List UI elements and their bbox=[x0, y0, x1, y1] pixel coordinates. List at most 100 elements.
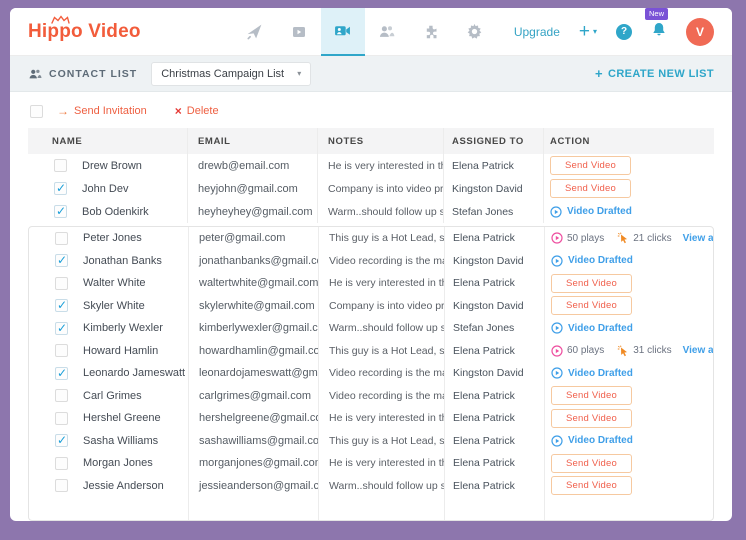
plays-stat: 60 plays bbox=[551, 345, 604, 357]
assigned-to: Elena Patrick bbox=[453, 277, 515, 289]
row-checkbox[interactable] bbox=[55, 322, 68, 335]
row-checkbox[interactable] bbox=[55, 479, 68, 492]
contact-notes: Video recording is the mai... bbox=[329, 367, 445, 379]
contact-notes: This guy is a Hot Lead, so..... bbox=[329, 435, 445, 447]
play-circle-icon bbox=[551, 255, 563, 267]
send-video-button[interactable]: Send Video bbox=[551, 476, 632, 495]
row-checkbox[interactable] bbox=[55, 457, 68, 470]
table-row: Bob Odenkirk heyheyhey@gmail.com Warm..s… bbox=[28, 200, 714, 223]
send-invitation-button[interactable]: → Send Invitation bbox=[57, 104, 147, 118]
contact-email: peter@gmail.com bbox=[199, 232, 285, 244]
table-row: Jonathan Banks jonathanbanks@gmail.com V… bbox=[29, 250, 713, 273]
view-all-link[interactable]: View all bbox=[683, 233, 713, 244]
contact-name: Howard Hamlin bbox=[83, 345, 158, 357]
row-checkbox[interactable] bbox=[55, 277, 68, 290]
video-drafted-link[interactable]: Video Drafted bbox=[551, 367, 633, 379]
contact-notes: Company is into video produ.... bbox=[328, 183, 444, 195]
contact-name: Drew Brown bbox=[82, 160, 142, 172]
row-checkbox[interactable] bbox=[55, 434, 68, 447]
create-menu-button[interactable]: + ▾ bbox=[579, 21, 597, 43]
assigned-to: Elena Patrick bbox=[453, 457, 515, 469]
nav-video-camera[interactable] bbox=[321, 8, 365, 56]
nav-integrations[interactable] bbox=[409, 8, 453, 56]
create-new-list-button[interactable]: + CREATE NEW LIST bbox=[595, 66, 714, 81]
nav-launch[interactable] bbox=[233, 8, 277, 56]
row-checkbox[interactable] bbox=[55, 412, 68, 425]
bulk-actions-toolbar: → Send Invitation × Delete bbox=[28, 92, 714, 128]
send-video-button[interactable]: Send Video bbox=[551, 296, 632, 315]
contact-name: Jonathan Banks bbox=[83, 255, 162, 267]
row-checkbox[interactable] bbox=[54, 205, 67, 218]
content-area: → Send Invitation × Delete NAME EMAIL NO… bbox=[10, 92, 732, 521]
contact-email: jonathanbanks@gmail.com bbox=[199, 255, 319, 267]
send-video-button[interactable]: Send Video bbox=[550, 179, 631, 198]
send-arrow-icon: → bbox=[57, 104, 69, 118]
video-camera-icon bbox=[334, 22, 351, 39]
delete-x-icon: × bbox=[175, 104, 182, 118]
play-circle-icon bbox=[551, 367, 563, 379]
row-checkbox[interactable] bbox=[55, 389, 68, 402]
selected-list-value: Christmas Campaign List bbox=[161, 68, 284, 80]
question-icon: ? bbox=[621, 26, 627, 37]
contact-name: Hershel Greene bbox=[83, 412, 161, 424]
contact-notes: Warm..should follow up so.... bbox=[329, 322, 445, 334]
send-video-button[interactable]: Send Video bbox=[551, 409, 632, 428]
row-checkbox[interactable] bbox=[55, 254, 68, 267]
assigned-to: Elena Patrick bbox=[453, 412, 515, 424]
delete-button[interactable]: × Delete bbox=[175, 104, 219, 118]
table-row: Skyler White skylerwhite@gmail.com Compa… bbox=[29, 295, 713, 318]
assigned-to: Kingston David bbox=[453, 300, 524, 312]
send-video-button[interactable]: Send Video bbox=[551, 386, 632, 405]
contact-email: carlgrimes@gmail.com bbox=[199, 390, 311, 402]
table-row: Drew Brown drewb@email.com He is very in… bbox=[28, 154, 714, 177]
contact-list-label: CONTACT LIST bbox=[28, 67, 137, 81]
notifications-button[interactable]: New bbox=[651, 21, 667, 43]
row-checkbox[interactable] bbox=[54, 182, 67, 195]
new-badge: New bbox=[645, 8, 668, 20]
video-drafted-link[interactable]: Video Drafted bbox=[551, 255, 633, 267]
nav-settings[interactable] bbox=[453, 8, 497, 56]
send-video-button[interactable]: Send Video bbox=[550, 156, 631, 175]
assigned-to: Stefan Jones bbox=[452, 206, 513, 218]
avatar[interactable]: V bbox=[686, 18, 714, 46]
play-circle-icon bbox=[551, 345, 563, 357]
logo-text: Hippo Video bbox=[28, 21, 141, 42]
column-header-action: ACTION bbox=[544, 128, 714, 154]
nav-video-editor[interactable] bbox=[277, 8, 321, 56]
play-circle-icon bbox=[551, 232, 563, 244]
row-checkbox[interactable] bbox=[55, 232, 68, 245]
upgrade-link[interactable]: Upgrade bbox=[514, 25, 560, 39]
contact-name: Kimberly Wexler bbox=[83, 322, 163, 334]
assigned-to: Kingston David bbox=[452, 183, 523, 195]
click-cursor-icon bbox=[617, 345, 629, 357]
video-drafted-link[interactable]: Video Drafted bbox=[551, 322, 633, 334]
help-button[interactable]: ? bbox=[616, 24, 632, 40]
select-all-checkbox[interactable] bbox=[30, 105, 43, 118]
nav-contacts[interactable] bbox=[365, 8, 409, 56]
send-video-button[interactable]: Send Video bbox=[551, 274, 632, 293]
assigned-to: Stefan Jones bbox=[453, 322, 514, 334]
row-checkbox[interactable] bbox=[55, 367, 68, 380]
video-player-icon bbox=[291, 24, 307, 40]
send-video-button[interactable]: Send Video bbox=[551, 454, 632, 473]
contact-name: Peter Jones bbox=[83, 232, 142, 244]
table-row: Kimberly Wexler kimberlywexler@gmail.com… bbox=[29, 317, 713, 340]
click-cursor-icon bbox=[617, 232, 629, 244]
contact-email: sashawilliams@gmail.com bbox=[199, 435, 319, 447]
contact-email: morganjones@gmail.com bbox=[199, 457, 319, 469]
contact-list-select[interactable]: Christmas Campaign List ▾ bbox=[151, 62, 311, 86]
table-row: Howard Hamlin howardhamlin@gmail.com Thi… bbox=[29, 340, 713, 363]
contact-notes: This guy is a Hot Lead, so... bbox=[329, 232, 445, 244]
contact-email: waltertwhite@gmail.com bbox=[199, 277, 318, 289]
row-checkbox[interactable] bbox=[55, 299, 68, 312]
rocket-icon bbox=[246, 23, 263, 40]
video-drafted-link[interactable]: Video Drafted bbox=[551, 435, 633, 447]
view-all-link[interactable]: View all bbox=[683, 345, 713, 356]
hippo-video-logo[interactable]: Hippo Video bbox=[28, 21, 141, 43]
video-drafted-link[interactable]: Video Drafted bbox=[550, 206, 632, 218]
row-checkbox[interactable] bbox=[54, 159, 67, 172]
chevron-down-icon: ▾ bbox=[593, 27, 597, 36]
contact-notes: He is very interested in the prod... bbox=[329, 277, 445, 289]
row-checkbox[interactable] bbox=[55, 344, 68, 357]
bell-icon bbox=[651, 21, 667, 38]
